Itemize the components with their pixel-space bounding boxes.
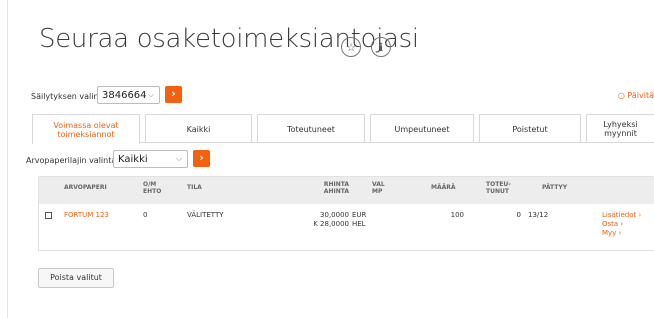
content-panel: Seuraa osaketoimeksiantojasi ☆ ℹ Säilyty… (7, 0, 654, 318)
row-select-checkbox[interactable] (45, 212, 52, 219)
header-executed: TOTEU- TUNUT (486, 181, 511, 195)
tab-label: Voimassa olevat toimeksiannot (53, 120, 119, 139)
cell-price: 30,0000 K 28,0000 (313, 211, 349, 228)
refresh-link[interactable]: ○ Päivitä (618, 91, 654, 100)
tab-label: Toteutuneet (287, 124, 335, 134)
custody-go-button[interactable]: › (165, 86, 182, 103)
star-icon[interactable]: ☆ (341, 37, 361, 57)
chevron-down-icon: ⌵ (175, 154, 182, 163)
tab-label: Umpeutuneet (394, 124, 450, 134)
page-title: Seuraa osaketoimeksiantojasi (39, 24, 419, 54)
header-security: ARVOPAPERI (64, 184, 107, 191)
tab-expired[interactable]: Umpeutuneet (370, 114, 474, 143)
header-currency: VAL MP (372, 181, 385, 195)
details-link[interactable]: Lisätiedot › (602, 211, 641, 220)
delete-selected-button[interactable]: Poista valitut (38, 268, 114, 288)
tab-short-sales[interactable]: Lyhyeksi myynnit (586, 114, 654, 143)
header-amount: MÄÄRÄ (431, 184, 456, 191)
tab-active-orders[interactable]: Voimassa olevat toimeksiannot (32, 114, 140, 144)
tab-deleted[interactable]: Poistetut (479, 114, 581, 143)
sell-link[interactable]: Myy › (602, 229, 621, 238)
header-price: RHINTA AHINTA (323, 181, 349, 195)
tab-label: Poistetut (512, 124, 548, 134)
orders-table: ARVOPAPERI O/M EHTO TILA RHINTA AHINTA VAL… (38, 176, 654, 251)
buy-link[interactable]: Osta › (602, 220, 623, 229)
cell-status: VÄLITETTY (187, 211, 224, 219)
header-status: TILA (187, 184, 202, 191)
security-link[interactable]: FORTUM 123 (64, 211, 109, 220)
security-type-select-value: Kaikki (118, 154, 148, 165)
cell-currency: EUR HEL (352, 211, 367, 228)
custody-select-value: 3846664 (102, 90, 147, 101)
table-header: ARVOPAPERI O/M EHTO TILA RHINTA AHINTA VAL… (39, 177, 654, 204)
info-icon[interactable]: ℹ (371, 37, 391, 57)
arrow-right-icon: › (199, 151, 204, 164)
chevron-down-icon: ⌵ (147, 90, 154, 99)
refresh-icon: ○ (617, 91, 625, 100)
refresh-label: Päivitä (627, 91, 654, 100)
security-type-go-button[interactable]: › (193, 150, 210, 167)
cell-expires: 13/12 (528, 211, 549, 219)
cell-executed: 0 (516, 211, 521, 219)
header-expires: PÄTTYY (542, 184, 568, 191)
custody-select[interactable]: 3846664 ⌵ (97, 86, 160, 104)
security-type-label: Arvopaperilajin valinta: (26, 156, 119, 165)
cell-om: 0 (143, 211, 148, 219)
tab-label: Lyhyeksi myynnit (603, 120, 638, 138)
tab-label: Kaikki (186, 124, 211, 134)
cell-amount: 100 (450, 211, 464, 219)
tab-executed[interactable]: Toteutuneet (257, 114, 365, 143)
security-type-select[interactable]: Kaikki ⌵ (113, 150, 188, 168)
arrow-right-icon: › (171, 87, 176, 100)
tab-all[interactable]: Kaikki (145, 114, 252, 143)
header-om: O/M EHTO (143, 181, 162, 195)
